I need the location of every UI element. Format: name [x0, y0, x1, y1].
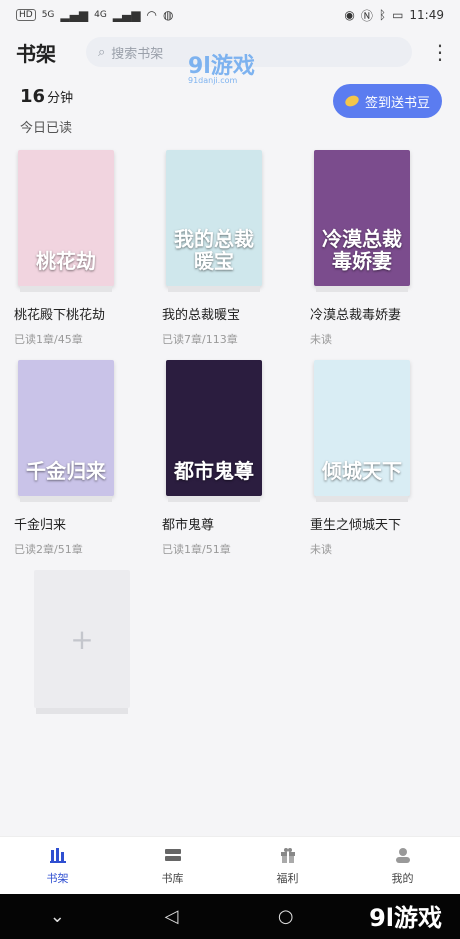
library-icon: [164, 849, 181, 861]
book-progress: 已读1章/45章: [14, 333, 83, 346]
nfc-icon: Ⓝ: [360, 8, 373, 23]
book-item[interactable]: 桃花劫 桃花殿下桃花劫 已读1章/45章: [14, 150, 136, 347]
bookshelf-icon: [49, 848, 66, 863]
book-title: 重生之倾城天下: [310, 518, 402, 533]
book-cover[interactable]: 倾城天下: [314, 360, 410, 496]
book-title: 冷漠总裁毒娇妻: [310, 308, 402, 323]
nav-label: 书架: [46, 872, 69, 885]
book-item[interactable]: 都市鬼尊 都市鬼尊 已读1章/51章: [162, 360, 284, 557]
nav-welfare[interactable]: 福利: [230, 837, 345, 895]
battery-icon: ▭: [392, 8, 404, 22]
bluetooth-icon: ᛒ: [378, 8, 387, 22]
status-right: ◉ Ⓝ ᛒ ▭ 11:49: [344, 7, 444, 24]
watermark-bottom: 9l游戏: [369, 904, 442, 932]
book-cover[interactable]: 桃花劫: [18, 150, 114, 286]
bottom-nav: 书架 书库 福利 我的: [0, 836, 460, 895]
add-book-button[interactable]: +: [34, 570, 130, 708]
status-left: HD 5G ▂▄▆ 4G ▂▄▆ ◠ ◍: [16, 8, 173, 22]
book-title: 桃花殿下桃花劫: [14, 308, 106, 323]
nav-label: 书库: [161, 872, 184, 885]
home-icon[interactable]: ○: [278, 906, 294, 927]
book-item[interactable]: 冷漠总裁毒娇妻 冷漠总裁毒娇妻 未读: [310, 150, 432, 347]
book-cover[interactable]: 都市鬼尊: [166, 360, 262, 496]
nav-label: 福利: [276, 872, 299, 885]
search-placeholder: 搜索书架: [111, 46, 164, 62]
book-title: 都市鬼尊: [162, 518, 215, 533]
book-item[interactable]: 倾城天下 重生之倾城天下 未读: [310, 360, 432, 557]
checkin-button[interactable]: 签到送书豆: [332, 84, 442, 118]
eye-icon: ◉: [344, 8, 355, 22]
back-icon[interactable]: ◁: [164, 906, 178, 927]
book-cover[interactable]: 我的总裁暖宝: [166, 150, 262, 286]
app-notification-icon: ◍: [162, 8, 174, 22]
book-cover[interactable]: 冷漠总裁毒娇妻: [314, 150, 410, 286]
signal-5g-label: 5G: [41, 10, 55, 20]
reading-stats: 16 分钟 今日已读: [20, 86, 73, 136]
book-cover[interactable]: 千金归来: [18, 360, 114, 496]
nav-library[interactable]: 书库: [115, 837, 230, 895]
profile-icon: [395, 848, 410, 863]
today-read-label: 今日已读: [20, 121, 73, 136]
gift-icon: [280, 848, 295, 863]
checkin-label: 签到送书豆: [364, 95, 430, 111]
page-title: 书架: [16, 41, 56, 66]
book-title: 我的总裁暖宝: [162, 308, 241, 323]
signal-4g-label: 4G: [94, 10, 107, 20]
chevron-down-icon[interactable]: ⌄: [50, 906, 65, 927]
book-item[interactable]: 千金归来 千金归来 已读2章/51章: [14, 360, 136, 557]
search-icon: ⌕: [98, 44, 106, 60]
clock-time: 11:49: [409, 8, 444, 22]
signal-icon: ▂▄▆: [112, 8, 141, 22]
status-bar: HD 5G ▂▄▆ 4G ▂▄▆ ◠ ◍ ◉ Ⓝ ᛒ ▭ 11:49: [0, 0, 460, 30]
book-progress: 已读2章/51章: [14, 543, 83, 556]
minutes-value: 16: [20, 86, 46, 107]
book-title: 千金归来: [14, 518, 67, 533]
wifi-icon: ◠: [146, 8, 157, 22]
watermark-logo: 9l游戏 91danji.com: [188, 48, 255, 85]
book-item[interactable]: 我的总裁暖宝 我的总裁暖宝 已读7章/113章: [162, 150, 284, 347]
cover-title: 倾城天下: [322, 459, 402, 483]
reading-minutes: 16 分钟: [20, 86, 73, 107]
nav-bookshelf[interactable]: 书架: [0, 837, 115, 895]
plus-icon: +: [70, 622, 94, 656]
minutes-unit: 分钟: [47, 91, 74, 106]
signal-icon: ▂▄▆: [60, 8, 89, 22]
cover-title: 冷漠总裁毒娇妻: [322, 227, 402, 273]
book-progress: 已读7章/113章: [162, 333, 238, 346]
book-progress: 已读1章/51章: [162, 543, 231, 556]
cover-title: 千金归来: [26, 459, 106, 483]
more-options-icon[interactable]: ⋮: [430, 40, 450, 64]
book-progress: 未读: [310, 543, 332, 556]
bean-icon: [343, 93, 361, 109]
book-progress: 未读: [310, 333, 332, 346]
cover-title: 都市鬼尊: [174, 459, 254, 483]
nav-label: 我的: [391, 872, 414, 885]
nav-profile[interactable]: 我的: [345, 837, 460, 895]
hd-badge: HD: [16, 9, 36, 21]
cover-title: 我的总裁暖宝: [174, 227, 254, 273]
cover-title: 桃花劫: [36, 249, 96, 273]
